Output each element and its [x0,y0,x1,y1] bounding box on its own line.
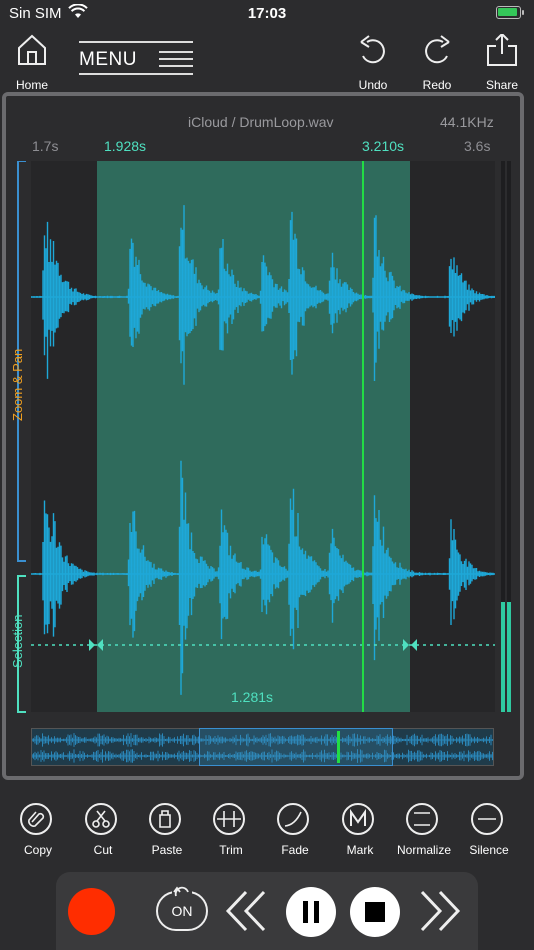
share-button[interactable]: Share [481,34,523,92]
selection-bar[interactable]: Selection [0,576,30,713]
selection-length: 1.281s [231,689,274,705]
silence-label: Silence [469,843,509,857]
rewind-icon [225,890,266,932]
stop-button[interactable] [350,887,400,937]
menu-button[interactable]: MENU [79,41,193,75]
level-meter-right [507,161,511,712]
silence-icon [471,803,503,835]
playhead-time: 3.210s [362,138,405,154]
record-button[interactable] [68,888,115,935]
share-label: Share [485,78,519,92]
trim-icon [213,803,245,835]
paste-icon [149,803,181,835]
copy-button[interactable]: Copy [5,800,71,870]
normalize-button[interactable]: Normalize [391,800,457,870]
status-bar: Sin SIM 17:03 [0,0,534,28]
overview-visible-window[interactable] [199,728,393,766]
zoom-pan-label: Zoom & Pan [10,348,25,421]
view-end-time: 3.6s [464,138,491,154]
trim-button[interactable]: Trim [198,800,264,870]
silence-button[interactable]: Silence [456,800,522,870]
home-label: Home [15,78,48,92]
selection-start-time: 1.928s [104,138,147,154]
selection-label: Selection [10,614,25,668]
pause-button[interactable] [286,887,336,937]
undo-label: Undo [358,78,388,92]
fast-forward-button[interactable] [416,888,464,934]
file-path: iCloud / DrumLoop.wav [188,114,334,130]
share-icon [487,34,517,66]
pause-icon [303,901,319,923]
fade-curve-icon [277,803,309,835]
paste-button[interactable]: Paste [134,800,200,870]
undo-button[interactable]: Undo [352,34,394,92]
playhead[interactable] [362,161,364,712]
home-icon [18,34,46,65]
stop-icon [365,902,385,922]
cut-button[interactable]: Cut [70,800,136,870]
loop-label: ON [171,903,193,919]
waveform-left-channel [31,205,495,385]
loop-toggle[interactable]: ON [156,886,208,931]
redo-icon [425,35,450,64]
home-button[interactable]: Home [12,34,52,92]
scissors-icon [85,803,117,835]
menu-label: MENU [79,49,137,70]
redo-button[interactable]: Redo [415,34,459,92]
normalize-icon [406,803,438,835]
clock: 17:03 [247,5,287,22]
rewind-button[interactable] [222,888,270,934]
fade-button[interactable]: Fade [262,800,328,870]
level-meter-left [501,161,505,712]
redo-label: Redo [422,78,452,92]
waveform-right-channel [31,460,495,695]
waveform-channels [31,205,495,695]
view-start-time: 1.7s [32,138,59,154]
battery-icon [496,6,524,19]
paperclip-icon [20,803,52,835]
fast-forward-icon [420,890,461,932]
hamburger-icon [159,51,193,67]
undo-icon [360,35,385,64]
sample-rate: 44.1KHz [440,114,494,130]
zoom-pan-bar[interactable]: Zoom & Pan [0,161,30,561]
overview-playhead [337,731,340,763]
mark-button[interactable]: Mark [327,800,393,870]
loop-arrow-icon [172,886,192,898]
mark-m-icon [342,803,374,835]
